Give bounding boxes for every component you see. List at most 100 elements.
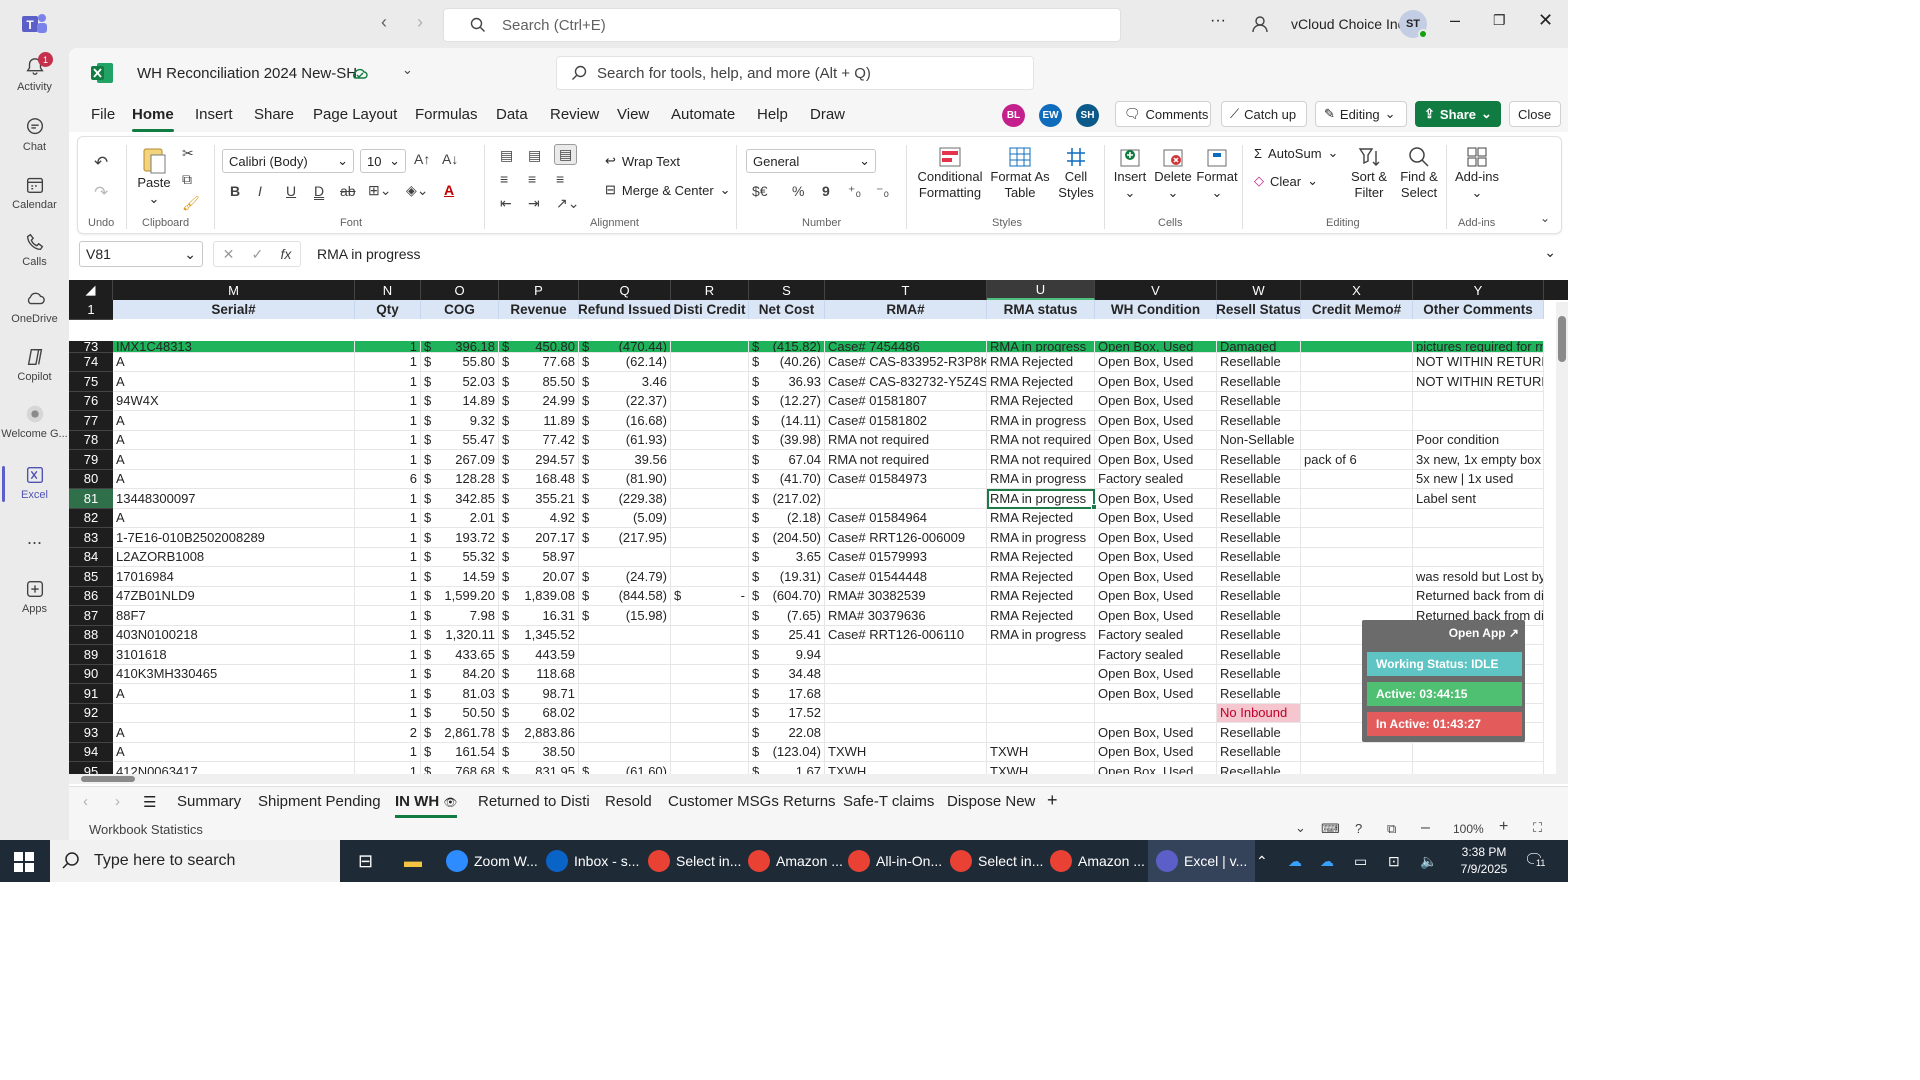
cell-serial[interactable]: 17016984 — [113, 567, 355, 587]
cell-resell[interactable]: Resellable — [1217, 625, 1301, 645]
tab-review[interactable]: Review — [550, 106, 599, 123]
cell-rma[interactable] — [825, 489, 987, 509]
cell-disti[interactable] — [671, 430, 749, 450]
cell-net[interactable]: $ (14.11) — [749, 411, 825, 431]
cell-rev[interactable]: $98.71 — [499, 684, 579, 704]
ribbon-expand-chevron-icon[interactable]: ⌄ — [1540, 211, 1550, 225]
column-title[interactable]: Other Comments — [1413, 300, 1544, 319]
cell-cog[interactable]: $55.32 — [421, 547, 499, 567]
cell-comments[interactable] — [1413, 411, 1544, 431]
cut-icon[interactable]: ✂ — [182, 145, 194, 162]
cell-qty[interactable]: 1 — [355, 586, 421, 606]
cell-rev[interactable]: $16.31 — [499, 606, 579, 626]
tab-formulas[interactable]: Formulas — [415, 106, 478, 123]
column-title[interactable]: COG — [421, 300, 499, 319]
zoom-in-icon[interactable]: + — [1499, 818, 1508, 836]
cell-rev[interactable]: $4.92 — [499, 508, 579, 528]
tab-help[interactable]: Help — [757, 106, 788, 123]
taskbar-app[interactable]: Amazon ... — [748, 840, 843, 882]
cell-serial[interactable]: A — [113, 352, 355, 372]
cell-qty[interactable]: 1 — [355, 742, 421, 762]
cell-status[interactable]: RMA Rejected — [987, 508, 1095, 528]
rail-apps[interactable]: Apps — [0, 578, 69, 615]
file-explorer-icon[interactable]: ▬ — [404, 840, 422, 882]
column-header-q[interactable]: Q — [579, 280, 671, 300]
cell-serial[interactable]: 410K3MH330465 — [113, 664, 355, 684]
cell-ref[interactable]: $ (22.37) — [579, 391, 671, 411]
cell-rev[interactable]: $20.07 — [499, 567, 579, 587]
column-header-m[interactable]: M — [113, 280, 355, 300]
align-middle-icon[interactable]: ▤ — [528, 147, 541, 164]
cell-ref[interactable]: $ (844.58) — [579, 586, 671, 606]
cell-disti[interactable] — [671, 664, 749, 684]
double-underline-icon[interactable]: D — [314, 183, 324, 199]
cell-rma[interactable]: Case# RRT126-006009 — [825, 528, 987, 548]
cell-ref[interactable]: $3.46 — [579, 372, 671, 392]
cell-serial[interactable]: IMX1C48313 — [113, 341, 355, 353]
cell-wh[interactable]: Open Box, Used — [1095, 742, 1217, 762]
cell-status[interactable]: RMA in progress — [987, 625, 1095, 645]
row-number[interactable]: 74 — [69, 352, 113, 372]
cell-rev[interactable]: $294.57 — [499, 450, 579, 470]
cell-rev[interactable]: $2,883.86 — [499, 723, 579, 743]
align-center-icon[interactable]: ≡ — [528, 171, 536, 187]
cell-rma[interactable]: Case# CAS-833952-R3P8K6-1 — [825, 352, 987, 372]
cell-qty[interactable]: 1 — [355, 567, 421, 587]
cell-disti[interactable] — [671, 703, 749, 723]
cell-serial[interactable]: 88F7 — [113, 606, 355, 626]
cell-cog[interactable]: $267.09 — [421, 450, 499, 470]
taskbar-app[interactable]: Zoom W... — [446, 840, 538, 882]
sheet-tab-shipment-pending[interactable]: Shipment Pending — [258, 793, 381, 810]
cell-rev[interactable]: $355.21 — [499, 489, 579, 509]
cell-comments[interactable]: 3x new, 1x empty box — [1413, 450, 1544, 470]
expand-formula-chevron-icon[interactable]: ⌄ — [1544, 244, 1556, 261]
cell-ref[interactable]: $ (16.68) — [579, 411, 671, 431]
cell-status[interactable]: RMA Rejected — [987, 586, 1095, 606]
collaborator-avatar[interactable]: SH — [1076, 104, 1099, 127]
cell-ref[interactable]: $ (217.95) — [579, 528, 671, 548]
cell-qty[interactable]: 1 — [355, 645, 421, 665]
accounting-format-icon[interactable]: $€ — [752, 183, 768, 199]
cell-serial[interactable]: A — [113, 411, 355, 431]
column-header-y[interactable]: Y — [1413, 280, 1544, 300]
cell-ref[interactable]: $ (24.79) — [579, 567, 671, 587]
cell-net[interactable]: $17.52 — [749, 703, 825, 723]
find-select-button[interactable]: Find & Select — [1396, 145, 1442, 201]
cell-qty[interactable]: 1 — [355, 341, 421, 353]
format-painter-icon[interactable]: 🖌 — [182, 195, 200, 212]
cell-net[interactable]: $ (40.26) — [749, 352, 825, 372]
cell-rev[interactable]: $68.02 — [499, 703, 579, 723]
column-title[interactable]: Serial# — [113, 300, 355, 319]
merge-center-button[interactable]: ⊟ Merge & Center ⌄ — [605, 182, 731, 198]
cell-serial[interactable]: 1-7E16-010B2502008289 — [113, 528, 355, 548]
cell-memo[interactable] — [1301, 586, 1413, 606]
zoom-level[interactable]: 100% — [1453, 822, 1484, 836]
cell-wh[interactable]: Open Box, Used — [1095, 508, 1217, 528]
fill-color-icon[interactable]: ◈⌄ — [406, 182, 429, 199]
network-icon[interactable]: ⊡ — [1388, 840, 1400, 882]
confirm-entry-icon[interactable]: ✓ — [252, 246, 264, 263]
cell-ref[interactable] — [579, 703, 671, 723]
cell-net[interactable]: $ (19.31) — [749, 567, 825, 587]
cell-rma[interactable]: TXWH — [825, 742, 987, 762]
row-number[interactable]: 83 — [69, 528, 113, 548]
tab-automate[interactable]: Automate — [671, 106, 735, 123]
column-title[interactable]: RMA status — [987, 300, 1095, 319]
cell-qty[interactable]: 1 — [355, 547, 421, 567]
cell-disti[interactable] — [671, 352, 749, 372]
sheet-tab-resold[interactable]: Resold — [605, 793, 652, 810]
cell-rev[interactable]: $1,839.08 — [499, 586, 579, 606]
cell-rev[interactable]: $38.50 — [499, 742, 579, 762]
row-number[interactable]: 81 — [69, 489, 113, 509]
cell-serial[interactable]: 403N0100218 — [113, 625, 355, 645]
close-button[interactable]: Close — [1509, 101, 1561, 127]
cell-status[interactable]: RMA not required — [987, 450, 1095, 470]
cell-styles-button[interactable]: Cell Styles — [1052, 145, 1100, 201]
onedrive-business-tray-icon[interactable]: ☁ — [1320, 840, 1334, 882]
comma-style-icon[interactable]: 9 — [822, 183, 830, 199]
cell-wh[interactable]: Open Box, Used — [1095, 567, 1217, 587]
sort-filter-button[interactable]: Sort & Filter — [1346, 145, 1392, 201]
row-number[interactable]: 88 — [69, 625, 113, 645]
row-number[interactable]: 84 — [69, 547, 113, 567]
rail-calendar[interactable]: Calendar — [0, 174, 69, 211]
